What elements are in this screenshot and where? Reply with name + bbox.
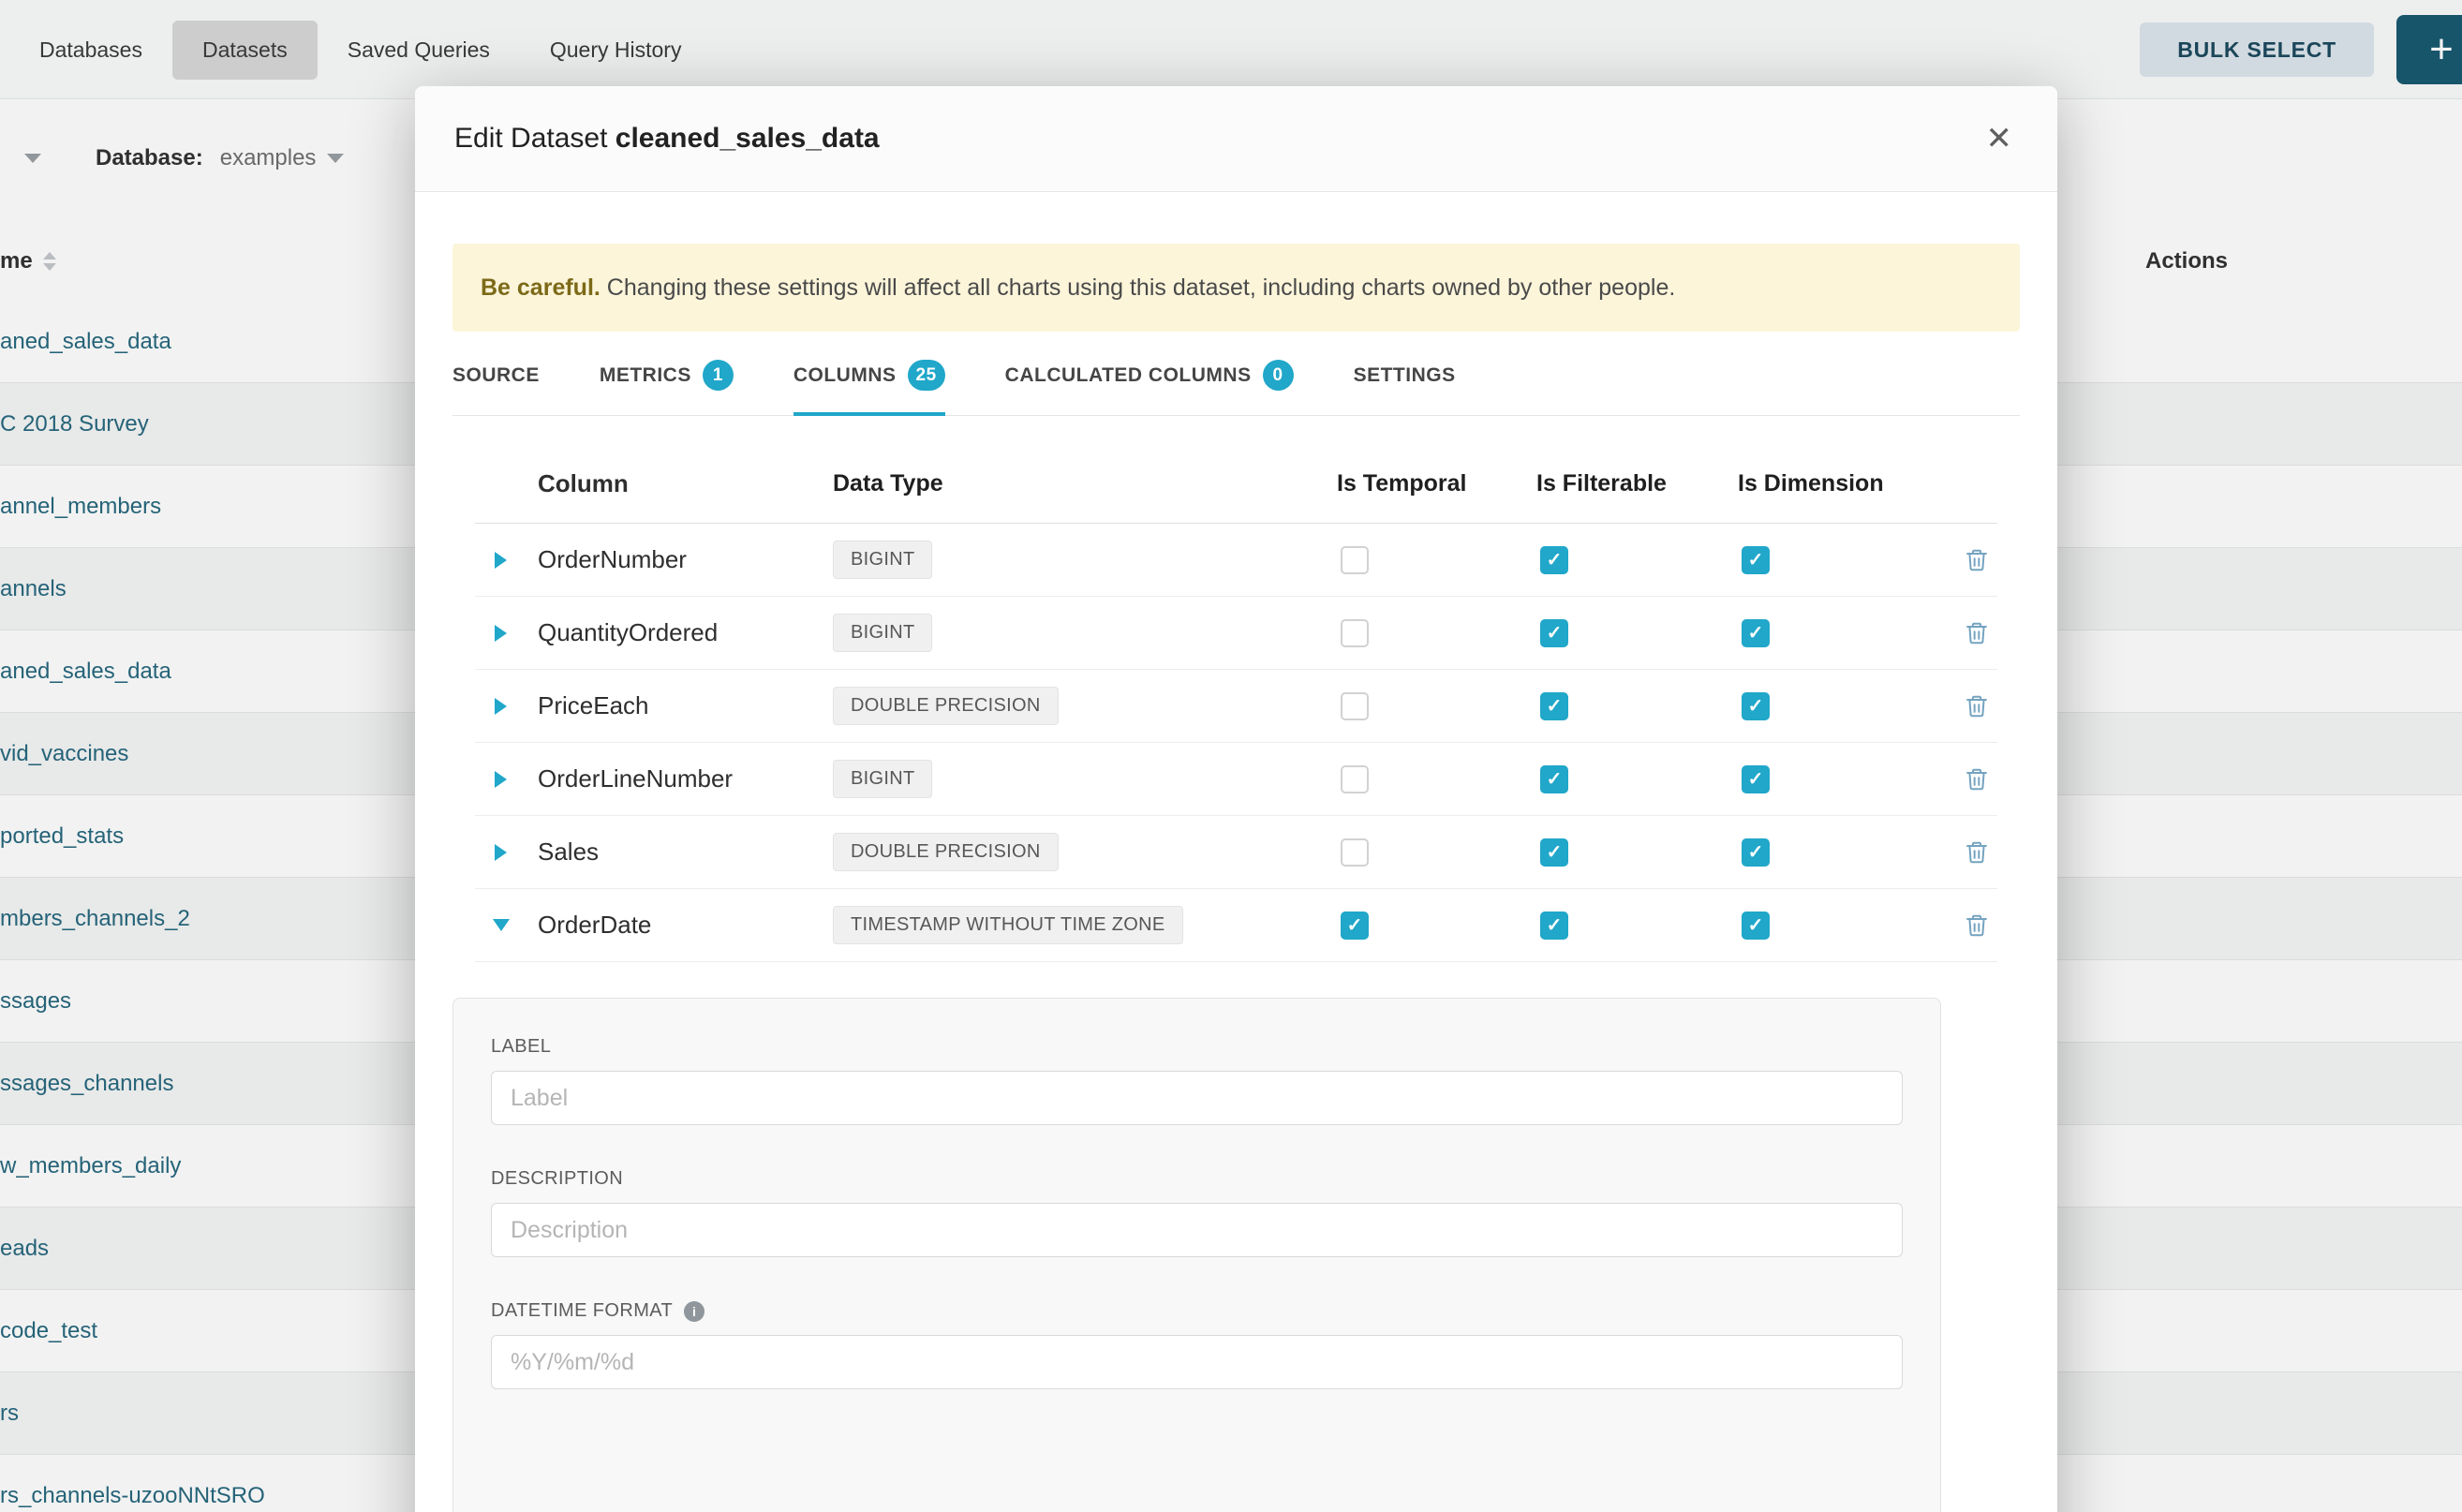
is-temporal-checkbox[interactable] xyxy=(1341,619,1369,647)
tab-badge: 25 xyxy=(908,360,945,391)
info-icon: i xyxy=(684,1301,704,1322)
datetime-format-field-label: DATETIME FORMAT i xyxy=(491,1300,1903,1322)
is-filterable-checkbox[interactable]: ✓ xyxy=(1540,765,1568,793)
tab-metrics[interactable]: METRICS 1 xyxy=(600,360,734,415)
warning-banner-bold: Be careful. xyxy=(481,274,601,301)
datetime-format-input[interactable] xyxy=(491,1335,1903,1389)
tab-settings[interactable]: SETTINGS xyxy=(1354,360,1456,415)
delete-column-button[interactable] xyxy=(1964,839,1990,866)
is-temporal-header: Is Temporal xyxy=(1337,470,1536,497)
collapse-caret-icon[interactable] xyxy=(493,919,510,931)
is-filterable-checkbox[interactable]: ✓ xyxy=(1540,912,1568,940)
is-dimension-checkbox[interactable]: ✓ xyxy=(1742,692,1770,720)
modal-title-dataset-name: cleaned_sales_data xyxy=(616,123,880,154)
column-row: OrderLineNumberBIGINT ✓ ✓ xyxy=(475,743,1997,816)
column-name: PriceEach xyxy=(527,691,833,720)
column-name: OrderNumber xyxy=(527,545,833,574)
delete-column-button[interactable] xyxy=(1964,620,1990,646)
expand-caret-icon[interactable] xyxy=(495,771,507,788)
expand-caret-icon[interactable] xyxy=(495,552,507,569)
modal-tabs: SOURCE METRICS 1 COLUMNS 25 CALCULATED COLUMN… xyxy=(452,360,2020,416)
close-icon[interactable]: ✕ xyxy=(1980,122,2019,156)
edit-dataset-modal: Edit Dataset cleaned_sales_data ✕ Be car… xyxy=(415,86,2057,1512)
tab-calculated-columns[interactable]: CALCULATED COLUMNS 0 xyxy=(1005,360,1294,415)
data-type-header: Data Type xyxy=(833,470,1337,497)
delete-column-button[interactable] xyxy=(1964,912,1990,939)
column-editor-panel: LABEL DESCRIPTION DATETIME FORMAT i xyxy=(452,998,1941,1512)
modal-title: Edit Dataset cleaned_sales_data xyxy=(454,123,880,155)
column-name: OrderLineNumber xyxy=(527,764,833,793)
column-name: OrderDate xyxy=(527,911,833,940)
column-row: PriceEachDOUBLE PRECISION ✓ ✓ xyxy=(475,670,1997,743)
modal-header: Edit Dataset cleaned_sales_data ✕ xyxy=(415,86,2057,192)
tab-columns[interactable]: COLUMNS 25 xyxy=(793,360,945,415)
tab-badge: 0 xyxy=(1263,360,1294,391)
screen: DatabasesDatasetsSaved QueriesQuery Hist… xyxy=(0,0,2462,1512)
modal-title-prefix: Edit Dataset xyxy=(454,123,607,154)
column-row: OrderDateTIMESTAMP WITHOUT TIME ZONE ✓ ✓ ✓ xyxy=(475,889,1997,962)
label-field-label: LABEL xyxy=(491,1036,1903,1058)
column-name: QuantityOrdered xyxy=(527,618,833,647)
delete-column-button[interactable] xyxy=(1964,693,1990,719)
expand-caret-icon[interactable] xyxy=(495,625,507,642)
columns-table: Column Data Type Is Temporal Is Filterab… xyxy=(475,444,1997,962)
warning-banner: Be careful. Changing these settings will… xyxy=(452,244,2020,332)
data-type-pill: BIGINT xyxy=(833,541,932,579)
delete-column-button[interactable] xyxy=(1964,766,1990,793)
is-filterable-checkbox[interactable]: ✓ xyxy=(1540,692,1568,720)
expand-caret-icon[interactable] xyxy=(495,698,507,715)
is-filterable-checkbox[interactable]: ✓ xyxy=(1540,619,1568,647)
description-input[interactable] xyxy=(491,1203,1903,1257)
tab-label: METRICS xyxy=(600,364,691,387)
is-dimension-checkbox[interactable]: ✓ xyxy=(1742,765,1770,793)
tab-label: COLUMNS xyxy=(793,364,897,387)
data-type-pill: DOUBLE PRECISION xyxy=(833,833,1059,871)
column-name: Sales xyxy=(527,838,833,867)
is-dimension-header: Is Dimension xyxy=(1738,470,1964,497)
is-temporal-checkbox[interactable]: ✓ xyxy=(1341,912,1369,940)
label-input[interactable] xyxy=(491,1071,1903,1125)
is-dimension-checkbox[interactable]: ✓ xyxy=(1742,619,1770,647)
is-temporal-checkbox[interactable] xyxy=(1341,546,1369,574)
expand-caret-icon[interactable] xyxy=(495,844,507,861)
is-dimension-checkbox[interactable]: ✓ xyxy=(1742,546,1770,574)
column-header: Column xyxy=(527,469,833,498)
data-type-pill: DOUBLE PRECISION xyxy=(833,687,1059,725)
column-row: SalesDOUBLE PRECISION ✓ ✓ xyxy=(475,816,1997,889)
column-row: QuantityOrderedBIGINT ✓ ✓ xyxy=(475,597,1997,670)
data-type-pill: BIGINT xyxy=(833,614,932,652)
tab-label: SETTINGS xyxy=(1354,364,1456,387)
delete-column-button[interactable] xyxy=(1964,547,1990,573)
data-type-pill: TIMESTAMP WITHOUT TIME ZONE xyxy=(833,906,1183,944)
is-temporal-checkbox[interactable] xyxy=(1341,692,1369,720)
is-dimension-checkbox[interactable]: ✓ xyxy=(1742,912,1770,940)
columns-table-body: OrderNumberBIGINT✓✓QuantityOrderedBIGINT… xyxy=(475,524,1997,962)
is-temporal-checkbox[interactable] xyxy=(1341,838,1369,867)
description-field-label: DESCRIPTION xyxy=(491,1168,1903,1190)
column-row: OrderNumberBIGINT ✓ ✓ xyxy=(475,524,1997,597)
modal-body: Be careful. Changing these settings will… xyxy=(415,244,2057,1512)
is-temporal-checkbox[interactable] xyxy=(1341,765,1369,793)
data-type-pill: BIGINT xyxy=(833,760,932,798)
is-filterable-checkbox[interactable]: ✓ xyxy=(1540,838,1568,867)
is-dimension-checkbox[interactable]: ✓ xyxy=(1742,838,1770,867)
columns-table-header: Column Data Type Is Temporal Is Filterab… xyxy=(475,444,1997,524)
tab-badge: 1 xyxy=(703,360,734,391)
tab-label: SOURCE xyxy=(452,364,540,387)
tab-label: CALCULATED COLUMNS xyxy=(1005,364,1252,387)
is-filterable-checkbox[interactable]: ✓ xyxy=(1540,546,1568,574)
tab-source[interactable]: SOURCE xyxy=(452,360,540,415)
is-filterable-header: Is Filterable xyxy=(1536,470,1738,497)
warning-banner-text: Changing these settings will affect all … xyxy=(607,274,1676,301)
